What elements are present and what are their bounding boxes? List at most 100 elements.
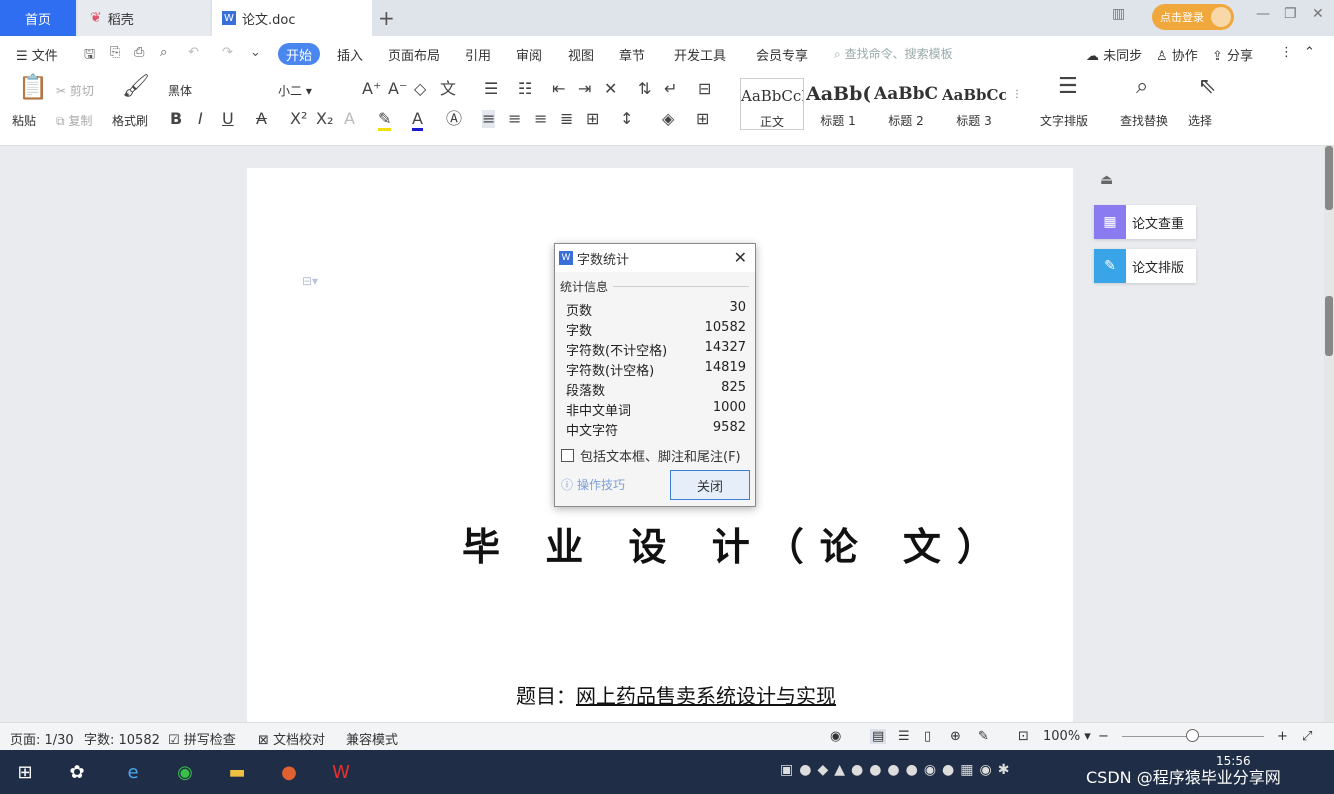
shading-icon[interactable]: ◈	[662, 110, 674, 128]
menu-file[interactable]: ☰ 文件	[16, 45, 58, 64]
spell-check-button[interactable]: ☑ 拼写检查	[168, 729, 236, 748]
sync-button[interactable]: ☁ 未同步	[1086, 45, 1142, 64]
tips-link[interactable]: ⓘ 操作技巧	[561, 476, 625, 493]
tab-daoke[interactable]: ❦ 稻壳	[78, 0, 210, 36]
dialog-close-icon[interactable]: ✕	[734, 248, 747, 267]
italic-icon[interactable]: I	[198, 110, 203, 128]
proofread-button[interactable]: ⊠ 文档校对	[258, 729, 325, 748]
app-switcher-icon[interactable]: ✿	[60, 756, 94, 788]
undo-icon[interactable]: ↶	[188, 45, 199, 60]
align-center-icon[interactable]: ≡	[508, 110, 521, 128]
paper-check-button[interactable]: ▦ 论文查重	[1094, 205, 1196, 239]
text-effect-icon[interactable]: A	[344, 110, 355, 128]
write-mode-icon[interactable]: ✎	[978, 729, 989, 744]
fullscreen-icon[interactable]: ⤢	[1302, 729, 1312, 744]
collapse-ribbon-icon[interactable]: ⌃	[1304, 45, 1315, 60]
strikethrough-icon[interactable]: A	[256, 110, 267, 128]
close-window-icon[interactable]: ✕	[1312, 6, 1324, 22]
style-normal[interactable]: AaBbCcI 正文	[740, 78, 804, 130]
tab-home[interactable]: 首页	[0, 0, 76, 36]
tray-icons[interactable]: ▣●◆▲●●●●◉●▦◉✱	[780, 762, 1015, 778]
more-icon[interactable]: ⋮	[1280, 45, 1293, 60]
menu-review[interactable]: 审阅	[516, 45, 542, 64]
font-size-select[interactable]: 小二 ▾	[278, 82, 350, 99]
grow-font-icon[interactable]: A⁺	[362, 80, 381, 98]
font-name-select[interactable]: 黑体	[168, 82, 268, 99]
select-cursor-icon[interactable]: ⇖	[1198, 76, 1216, 98]
reading-mode-icon[interactable]: ▥	[1112, 6, 1125, 22]
print-icon[interactable]: ⎙	[134, 45, 144, 60]
bullet-list-icon[interactable]: ☰	[484, 80, 498, 98]
clear-format-icon[interactable]: ◇	[414, 80, 426, 98]
sort-icon[interactable]: ⇅	[638, 80, 651, 98]
clock[interactable]: 15:56	[1216, 754, 1251, 768]
login-button[interactable]: 点击登录	[1152, 4, 1234, 30]
decrease-indent-icon[interactable]: ⇤	[552, 80, 565, 98]
restore-icon[interactable]: ❐	[1284, 6, 1297, 22]
menu-view[interactable]: 视图	[568, 45, 594, 64]
select-button[interactable]: 选择	[1188, 112, 1212, 129]
new-tab-button[interactable]: +	[378, 6, 395, 30]
align-left-icon[interactable]: ≡	[482, 110, 496, 128]
paragraph-marker-icon[interactable]: ⊟▾	[302, 274, 318, 288]
save-icon[interactable]: 🖫	[84, 45, 95, 67]
zoom-in-icon[interactable]: +	[1277, 729, 1288, 744]
minimize-icon[interactable]: —	[1256, 6, 1270, 22]
styles-scroll-icon[interactable]: ⋮	[1012, 86, 1022, 104]
menu-start[interactable]: 开始	[278, 43, 320, 65]
browser-360-icon[interactable]: ◉	[168, 756, 202, 788]
borders-icon[interactable]: ⊞	[696, 110, 709, 128]
tab-document[interactable]: W 论文.doc	[212, 0, 372, 36]
style-heading2[interactable]: AaBbC 标题 2	[874, 78, 938, 130]
dialog-close-button[interactable]: 关闭	[670, 470, 750, 500]
menu-section[interactable]: 章节	[619, 45, 645, 64]
menu-references[interactable]: 引用	[465, 45, 491, 64]
word-count-indicator[interactable]: 字数: 10582	[84, 729, 160, 748]
font-color-icon[interactable]: A	[412, 110, 423, 131]
char-border-icon[interactable]: Ⓐ	[446, 110, 462, 128]
increase-indent-icon[interactable]: ⇥	[578, 80, 591, 98]
menu-layout[interactable]: 页面布局	[388, 45, 440, 64]
file-explorer-icon[interactable]: ▬	[220, 756, 254, 788]
numbered-list-icon[interactable]: ☷	[518, 80, 532, 98]
chinese-layout-icon[interactable]: ✕	[604, 80, 617, 98]
bold-icon[interactable]: B	[170, 110, 182, 128]
include-textbox-checkbox[interactable]: 包括文本框、脚注和尾注(F)	[561, 446, 741, 465]
outline-view-icon[interactable]: ☰	[898, 729, 910, 744]
eye-protect-icon[interactable]: ◉	[830, 729, 841, 744]
superscript-icon[interactable]: X²	[290, 110, 307, 128]
align-right-icon[interactable]: ≡	[534, 110, 547, 128]
line-spacing-icon[interactable]: ↕	[620, 110, 633, 128]
scrollbar-thumb-secondary[interactable]	[1325, 296, 1333, 356]
paste-button[interactable]: 粘贴	[12, 112, 36, 129]
print-preview-icon[interactable]: ⌕	[160, 45, 167, 60]
menu-insert[interactable]: 插入	[337, 45, 363, 64]
find-replace-icon[interactable]: ⌕	[1136, 76, 1148, 98]
zoom-out-icon[interactable]: −	[1098, 729, 1109, 744]
show-marks-icon[interactable]: ↵	[664, 80, 677, 98]
highlight-icon[interactable]: ✎	[378, 110, 392, 131]
shrink-font-icon[interactable]: A⁻	[388, 80, 407, 98]
web-view-icon[interactable]: ⊕	[950, 729, 961, 744]
format-painter-icon[interactable]: 🖌	[122, 76, 150, 98]
justify-icon[interactable]: ≣	[560, 110, 573, 128]
copy-button[interactable]: ⧉ 复制	[56, 112, 92, 129]
tab-stops-icon[interactable]: ⊟	[698, 80, 711, 98]
page-indicator[interactable]: 页面: 1/30	[10, 729, 74, 748]
underline-icon[interactable]: U	[222, 110, 234, 128]
wps-taskbar-icon[interactable]: W	[324, 756, 358, 788]
text-layout-button[interactable]: 文字排版	[1040, 112, 1088, 129]
style-heading1[interactable]: AaBb( 标题 1	[806, 78, 870, 130]
ie-browser-icon[interactable]: e	[116, 756, 150, 788]
page-view-icon[interactable]: ▤	[870, 729, 887, 744]
distributed-icon[interactable]: ⊞	[586, 110, 599, 128]
vertical-scrollbar[interactable]	[1324, 146, 1334, 728]
fit-page-icon[interactable]: ⊡	[1018, 729, 1029, 744]
collab-button[interactable]: ♙ 协作	[1156, 45, 1198, 64]
phonetic-icon[interactable]: 文	[440, 80, 456, 98]
subscript-icon[interactable]: X₂	[316, 110, 333, 128]
menu-member[interactable]: 会员专享	[756, 45, 808, 64]
windows-start-icon[interactable]: ⊞	[8, 756, 42, 788]
redo-icon[interactable]: ↷	[222, 45, 233, 60]
command-search-input[interactable]: ⌕ 查找命令、搜索模板	[834, 45, 953, 62]
